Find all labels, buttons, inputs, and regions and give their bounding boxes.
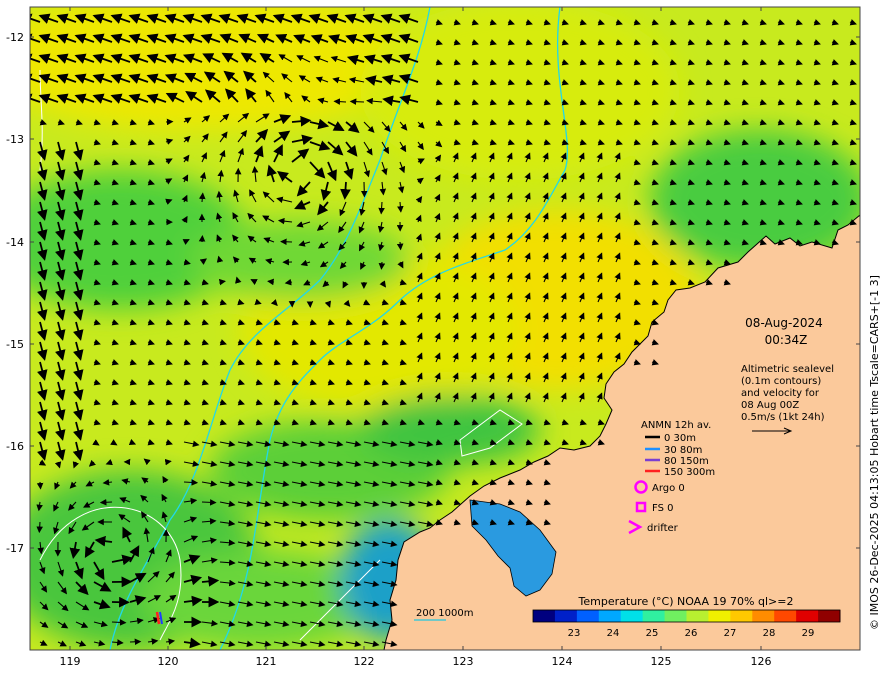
- colorbar-swatch: [576, 610, 600, 622]
- plot-area: [30, 7, 860, 650]
- map-date: 08-Aug-2024: [745, 316, 823, 330]
- velocity-arrow: [333, 98, 347, 105]
- colorbar-tick-label: 27: [724, 628, 737, 639]
- colorbar-tick-label: 25: [646, 628, 659, 639]
- colorbar-title: Temperature (°C) NOAA 19 70% ql>=2: [578, 595, 794, 608]
- colorbar-swatch: [730, 610, 753, 622]
- velocity-arrow: [218, 278, 226, 286]
- anmn-legend-label: 30 80m: [664, 445, 702, 456]
- map-time: 00:34Z: [765, 333, 808, 347]
- x-tick-label: 123: [453, 655, 474, 668]
- colorbar-tick-label: 29: [802, 628, 815, 639]
- x-tick-label: 119: [60, 655, 81, 668]
- x-tick-label: 121: [256, 655, 277, 668]
- colorbar-tick-label: 24: [607, 628, 620, 639]
- y-tick-label: -17: [6, 542, 24, 555]
- anmn-legend-label: 150 300m: [664, 467, 715, 478]
- altimetry-line: (0.1m contours): [741, 376, 821, 387]
- velocity-arrow: [36, 521, 43, 534]
- colorbar: [532, 609, 841, 623]
- altimetry-line: 0.5m/s (1kt 24h): [741, 412, 825, 423]
- colorbar-swatch: [818, 610, 841, 622]
- altimetry-line: Altimetric sealevel: [741, 364, 834, 375]
- altimetry-line: and velocity for: [741, 388, 820, 399]
- velocity-arrow: [201, 499, 217, 506]
- colorbar-swatch: [642, 610, 666, 622]
- colorbar-swatch: [664, 610, 687, 622]
- x-tick-label: 122: [354, 655, 375, 668]
- colorbar-swatch: [686, 610, 709, 622]
- sst-map: 119 120 121 122 123 124 125 126 -12 -13 -14 -15 -16…: [6, 6, 880, 668]
- fs-label: FS 0: [652, 503, 673, 514]
- y-tick-label: -12: [6, 31, 24, 44]
- colorbar-swatch: [708, 610, 731, 622]
- credit-text: © IMOS 26-Dec-2025 04:13:05 Hobart time …: [868, 275, 880, 630]
- x-tick-label: 124: [552, 655, 573, 668]
- colorbar-swatch: [533, 610, 556, 622]
- y-tick-label: -15: [6, 338, 24, 351]
- x-tick-label: 125: [651, 655, 672, 668]
- velocity-arrow: [99, 498, 113, 506]
- velocity-arrow: [36, 481, 44, 490]
- colorbar-swatch: [796, 610, 819, 622]
- velocity-arrow: [183, 479, 199, 486]
- colorbar-swatch: [620, 610, 644, 622]
- colorbar-tick-label: 26: [685, 628, 698, 639]
- colorbar-tick-label: 23: [568, 628, 581, 639]
- anmn-legend-title: ANMN 12h av.: [641, 420, 711, 431]
- anmn-legend-label: 0 30m: [664, 433, 696, 444]
- velocity-arrow: [267, 278, 275, 286]
- argo-label: Argo 0: [652, 483, 685, 494]
- y-tick-label: -16: [6, 440, 24, 453]
- colorbar-tick-label: 28: [763, 628, 776, 639]
- y-tick-label: -13: [6, 133, 24, 146]
- x-tick-label: 126: [751, 655, 772, 668]
- colorbar-swatch: [774, 610, 797, 622]
- colorbar-swatch: [554, 610, 578, 622]
- velocity-arrow: [111, 619, 127, 626]
- bathymetry-label: 200 1000m: [416, 608, 473, 619]
- anmn-legend-label: 80 150m: [664, 456, 709, 467]
- colorbar-swatch: [598, 610, 622, 622]
- velocity-arrow: [378, 261, 386, 270]
- drifter-label: drifter: [647, 523, 679, 534]
- colorbar-swatch: [752, 610, 775, 622]
- altimetry-line: 08 Aug 00Z: [741, 400, 799, 411]
- velocity-arrow: [198, 192, 206, 203]
- x-tick-label: 120: [158, 655, 179, 668]
- velocity-arrow: [164, 458, 172, 466]
- velocity-arrow: [396, 241, 404, 251]
- y-tick-label: -14: [6, 236, 24, 249]
- velocity-arrow: [349, 98, 365, 105]
- velocity-arrow: [340, 181, 351, 200]
